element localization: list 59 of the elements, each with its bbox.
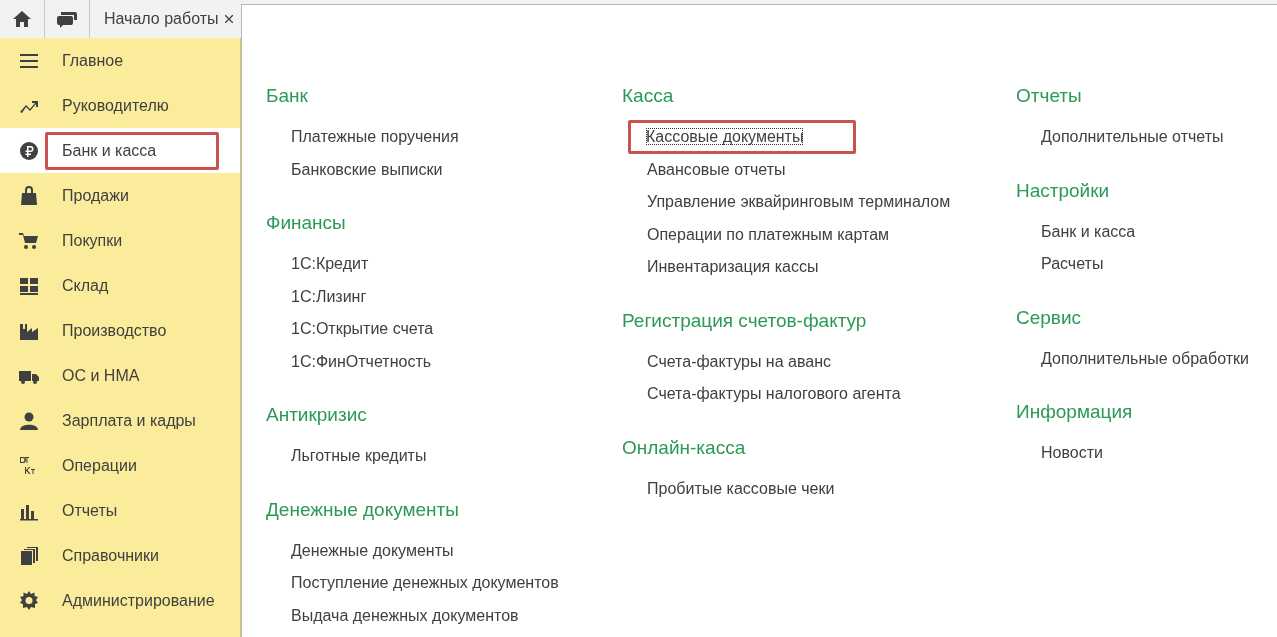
menu-link[interactable]: Счета-фактуры на аванс [646,349,832,374]
menu-link[interactable]: Денежные документы [290,538,455,563]
section-heading: Отчеты [1016,84,1083,108]
menu-link[interactable]: 1С:Открытие счета [290,317,435,342]
menu-link[interactable]: Расчеты [1040,252,1105,277]
menu-link[interactable]: 1С:Лизинг [290,284,368,309]
menu-link[interactable]: 1С:ФинОтчетность [290,349,433,374]
sidebar-item[interactable]: Операции [0,443,240,488]
menu-link[interactable]: Дополнительные обработки [1040,346,1250,371]
menu-link[interactable]: Банк и касса [1040,219,1137,244]
menu-link[interactable]: Поступление денежных документов [290,571,560,596]
settings-icon [19,590,39,611]
section-heading: Онлайн-касса [622,435,747,460]
section-heading: Настройки [1016,178,1111,203]
chat-button[interactable] [45,0,90,38]
close-icon[interactable] [224,15,233,23]
section-heading: Финансы [266,211,347,235]
menu-link[interactable]: Управление эквайринговым терминалом [646,190,952,215]
ruble-coin-icon [19,140,39,161]
books-icon [19,545,39,566]
section-heading: Сервис [1016,305,1083,330]
sidebar-item[interactable]: Справочники [0,533,240,578]
sidebar-item[interactable]: Производство [0,308,240,353]
menu-link[interactable]: Новости [1040,441,1104,466]
chat-icon [57,10,77,28]
person-icon [19,410,39,431]
sidebar-item[interactable]: Продажи [0,173,240,218]
menu-link[interactable]: Банковские выписки [290,157,444,182]
menu-link[interactable]: Операции по платежным картам [646,222,891,247]
sidebar-item[interactable]: ОС и НМА [0,353,240,398]
sidebar-item[interactable]: Отчеты [0,488,240,533]
shopping-bag-icon [19,185,39,206]
menu-link[interactable]: Дополнительные отчеты [1040,125,1225,150]
menu-link[interactable]: Авансовые отчеты [646,157,787,182]
sidebar-item[interactable]: Администрирование [0,578,240,623]
sidebar-item[interactable]: Склад [0,263,240,308]
sidebar-item[interactable]: Банк и касса [0,128,240,173]
menu-link[interactable]: Платежные поручения [290,125,460,150]
section-heading: Информация [1016,400,1134,424]
home-button[interactable] [0,0,45,38]
menu-link[interactable]: Льготные кредиты [290,444,428,469]
sidebar-item[interactable]: Главное [0,38,240,83]
section-heading: Антикризис [266,403,368,427]
section-heading: Банк [266,84,309,108]
menu-link[interactable]: Инвентаризация кассы [646,255,820,280]
menu-link[interactable]: Выдача денежных документов [290,603,520,628]
sidebar-item[interactable]: Зарплата и кадры [0,398,240,443]
section-heading: Денежные документы [266,497,460,522]
cart-icon [19,230,39,251]
menu-link[interactable]: Счета-фактуры налогового агента [646,382,902,407]
menu-link[interactable]: Кассовые документы [628,120,857,155]
menu-link[interactable]: 1С:Кредит [290,252,370,277]
grid-icon [19,275,39,296]
section-heading: Регистрация счетов-фактур [622,308,868,333]
section-heading: Касса [622,84,675,108]
sidebar-item[interactable]: Покупки [0,218,240,263]
home-icon [13,11,31,27]
sidebar-item[interactable]: Руководителю [0,83,240,128]
menu-link[interactable]: Пробитые кассовые чеки [646,476,836,501]
